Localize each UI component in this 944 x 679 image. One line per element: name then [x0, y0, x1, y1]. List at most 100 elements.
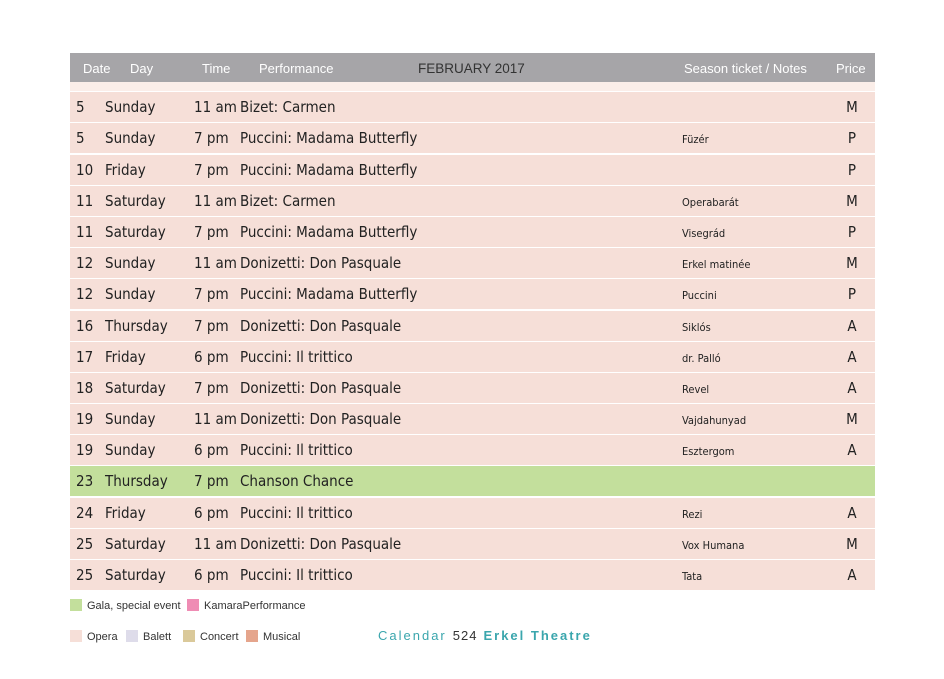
page-footer: Calendar 524 Erkel Theatre — [378, 628, 592, 643]
row-notes: Vox Humana — [682, 538, 745, 552]
table-row: 23 Thursday 7 pm Chanson Chance — [70, 466, 875, 497]
header-spacer — [70, 82, 875, 91]
legend-opera-swatch — [70, 630, 82, 642]
header-time: Time — [202, 61, 231, 76]
row-time: 7 pm — [194, 222, 229, 241]
row-day: Saturday — [105, 222, 166, 241]
row-price: A — [847, 441, 857, 460]
row-day: Sunday — [105, 410, 156, 429]
calendar-table: Date Day Time Performance FEBRUARY 2017 … — [70, 53, 875, 590]
legend-kamara: KamaraPerformance — [187, 599, 306, 612]
legend-gala-swatch — [70, 599, 82, 611]
header-notes: Season ticket / Notes — [684, 61, 807, 76]
legend-concert: Concert — [183, 630, 239, 643]
header-date: Date — [83, 61, 111, 76]
row-price: M — [846, 98, 858, 117]
legend-concert-label: Concert — [200, 631, 239, 643]
row-performance: Puccini: Il trittico — [240, 441, 353, 460]
row-price: P — [847, 129, 857, 148]
row-date: 25 — [76, 566, 94, 584]
row-time: 6 pm — [194, 503, 229, 522]
row-date: 25 — [76, 534, 94, 553]
row-performance: Chanson Chance — [240, 472, 354, 491]
table-row: 16 Thursday 7 pm Donizetti: Don Pasquale Sik… — [70, 310, 875, 341]
row-notes: Tata — [682, 570, 703, 583]
row-day: Sunday — [105, 441, 156, 460]
row-time: 11 am — [194, 191, 237, 210]
row-day: Sunday — [105, 98, 156, 117]
row-day: Sunday — [105, 254, 156, 273]
row-day: Thursday — [105, 472, 168, 491]
row-performance: Bizet: Carmen — [240, 191, 336, 210]
table-header: Date Day Time Performance FEBRUARY 2017 … — [70, 53, 875, 82]
row-date: 19 — [76, 441, 94, 460]
row-price: M — [846, 410, 858, 429]
row-notes: Siklós — [682, 320, 711, 334]
row-day: Friday — [105, 503, 146, 522]
row-date: 11 — [76, 222, 94, 241]
table-row: 10 Friday 7 pm Puccini: Madama Butterfly P — [70, 154, 875, 185]
row-performance: Donizetti: Don Pasquale — [240, 534, 402, 553]
row-price: M — [846, 254, 858, 273]
header-performance: Performance — [259, 61, 334, 76]
row-notes: Puccini — [682, 289, 717, 303]
legend-musical-label: Musical — [263, 631, 301, 643]
row-performance: Puccini: Madama Butterfly — [240, 222, 418, 241]
row-day: Friday — [105, 347, 146, 366]
row-performance: Donizetti: Don Pasquale — [240, 410, 402, 429]
row-notes: Füzér — [682, 133, 709, 147]
table-row: 17 Friday 6 pm Puccini: Il trittico dr. Pall… — [70, 341, 875, 372]
legend-musical-swatch — [246, 630, 258, 642]
row-day: Thursday — [105, 316, 168, 335]
legend-balett-label: Balett — [143, 631, 172, 643]
table-row: 24 Friday 6 pm Puccini: Il trittico Rezi A — [70, 497, 875, 528]
table-row: 19 Sunday 11 am Donizetti: Don Pasquale Vajd… — [70, 404, 875, 435]
row-day: Saturday — [105, 534, 166, 553]
row-day: Saturday — [105, 566, 166, 584]
row-performance: Puccini: Madama Butterfly — [240, 285, 418, 304]
row-performance: Puccini: Madama Butterfly — [240, 129, 418, 148]
row-date: 18 — [76, 378, 94, 397]
legend-balett-swatch — [126, 630, 138, 642]
legend-kamara-swatch — [187, 599, 199, 611]
row-price: M — [846, 534, 858, 553]
header-month: FEBRUARY 2017 — [418, 61, 525, 76]
row-performance: Puccini: Il trittico — [240, 566, 353, 584]
legend-gala-label: Gala, special event — [87, 600, 181, 612]
row-time: 11 am — [194, 98, 237, 117]
row-notes: Operabarát — [682, 195, 739, 209]
row-notes: Visegrád — [682, 226, 726, 240]
row-price: A — [847, 566, 857, 584]
legend-kamara-label: KamaraPerformance — [204, 600, 306, 612]
row-date: 10 — [76, 160, 94, 179]
legend-balett: Balett — [126, 630, 171, 643]
table-row: 12 Sunday 7 pm Puccini: Madama Butterfly Puc… — [70, 279, 875, 310]
row-notes: dr. Palló — [682, 351, 721, 365]
row-day: Friday — [105, 160, 146, 179]
row-price: P — [847, 160, 857, 179]
row-time: 7 pm — [194, 160, 229, 179]
legend-gala: Gala, special event — [70, 599, 181, 612]
header-price: Price — [836, 61, 866, 76]
row-time: 6 pm — [194, 347, 229, 366]
row-price: A — [847, 316, 857, 335]
row-day: Saturday — [105, 378, 166, 397]
row-time: 7 pm — [194, 285, 229, 304]
table-row: 18 Saturday 7 pm Donizetti: Don Pasquale Rev… — [70, 372, 875, 403]
table-row: 19 Sunday 6 pm Puccini: Il trittico Esztergo… — [70, 435, 875, 466]
row-time: 6 pm — [194, 566, 229, 584]
row-day: Saturday — [105, 191, 166, 210]
row-price: A — [847, 378, 857, 397]
row-time: 11 am — [194, 410, 237, 429]
table-row: 11 Saturday 11 am Bizet: Carmen Operabarát M — [70, 185, 875, 216]
row-date: 17 — [76, 347, 94, 366]
row-notes: Erkel matinée — [682, 258, 751, 272]
row-performance: Donizetti: Don Pasquale — [240, 254, 402, 273]
footer-theatre: Erkel Theatre — [483, 628, 592, 643]
table-row: 12 Sunday 11 am Donizetti: Don Pasquale Erke… — [70, 248, 875, 279]
table-row: 25 Saturday 6 pm Puccini: Il trittico Tata A — [70, 560, 875, 590]
table-row: 11 Saturday 7 pm Puccini: Madama Butterfly V… — [70, 216, 875, 247]
row-time: 6 pm — [194, 441, 229, 460]
legend-opera: Opera — [70, 630, 118, 643]
row-performance: Puccini: Madama Butterfly — [240, 160, 418, 179]
